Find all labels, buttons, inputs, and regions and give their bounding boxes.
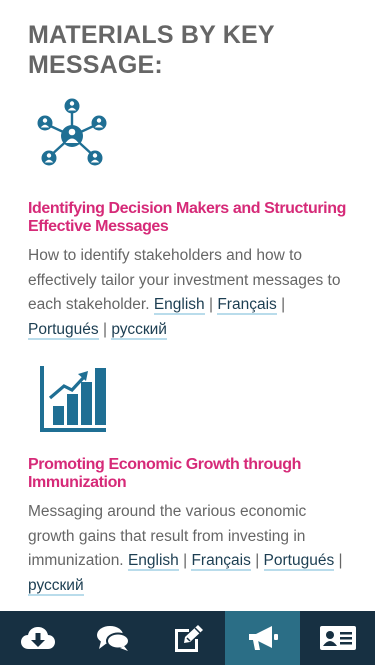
tab-discussion[interactable] (75, 611, 150, 665)
link-portugues[interactable]: Portugués (263, 552, 335, 571)
tab-downloads[interactable] (0, 611, 75, 665)
chat-bubbles-icon (96, 626, 130, 651)
item-title: Identifying Decision Makers and Structur… (28, 200, 346, 235)
tab-write[interactable] (150, 611, 225, 665)
link-portugues[interactable]: Portugués (28, 320, 99, 340)
bottom-tab-bar (0, 611, 375, 665)
bar-chart-growth-icon (40, 366, 106, 432)
separator: | (102, 320, 108, 338)
separator: | (281, 296, 286, 313)
link-francais[interactable]: Français (217, 296, 277, 315)
content-area: MATERIALS BY KEY MESSAGE: Identifying De… (0, 0, 375, 598)
material-item: Promoting Economic Growth through Immuni… (28, 364, 347, 598)
link-russian[interactable]: русский (111, 320, 167, 340)
link-english[interactable]: English (127, 552, 179, 571)
section-title: MATERIALS BY KEY MESSAGE: (28, 21, 275, 79)
separator: | (208, 296, 214, 313)
item-description: How to identify stakeholders and how to … (28, 244, 347, 342)
megaphone-icon (248, 626, 278, 650)
tab-contacts[interactable] (300, 611, 375, 665)
item-title: Promoting Economic Growth through Immuni… (28, 456, 302, 491)
link-russian[interactable]: русский (28, 576, 84, 596)
material-item: Identifying Decision Makers and Structur… (28, 97, 347, 342)
link-francais[interactable]: Français (191, 552, 251, 571)
tab-key-messages[interactable] (225, 611, 300, 665)
separator: | (255, 552, 260, 569)
page: MATERIALS BY KEY MESSAGE: Identifying De… (0, 0, 375, 665)
contact-card-icon (319, 626, 356, 650)
separator: | (183, 552, 188, 569)
item-description: Messaging around the various economic gr… (28, 500, 347, 598)
cloud-download-icon (20, 627, 55, 649)
separator: | (338, 552, 343, 569)
edit-icon (174, 625, 203, 652)
network-people-icon (37, 98, 107, 166)
link-english[interactable]: English (153, 296, 205, 315)
